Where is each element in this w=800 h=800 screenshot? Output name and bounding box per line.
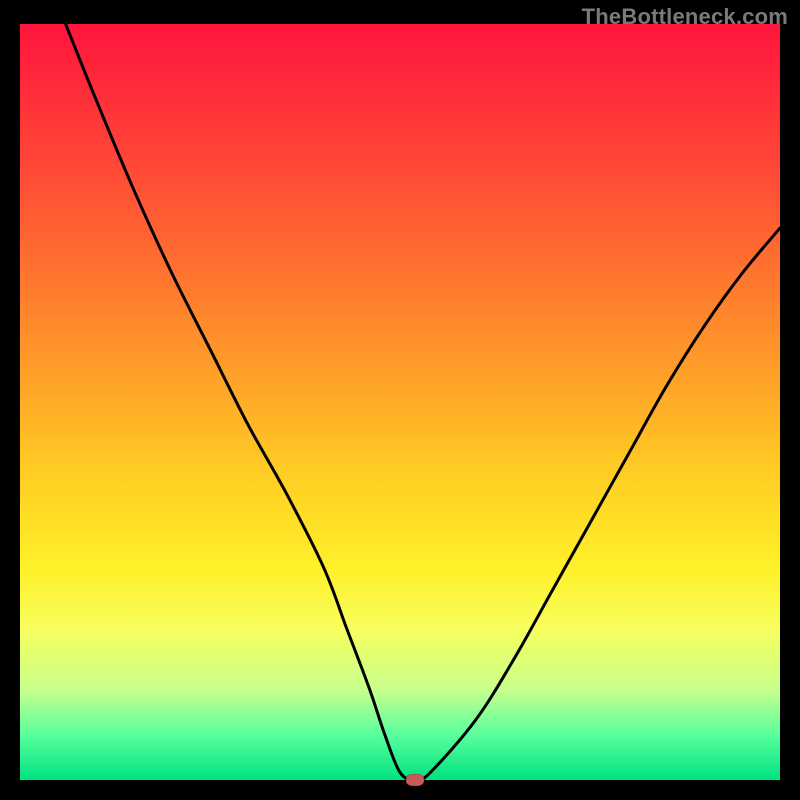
bottleneck-curve <box>20 24 780 780</box>
watermark-text: TheBottleneck.com <box>582 4 788 30</box>
plot-area <box>20 24 780 780</box>
optimum-marker <box>406 774 424 786</box>
curve-path <box>66 24 780 780</box>
chart-frame: TheBottleneck.com <box>0 0 800 800</box>
